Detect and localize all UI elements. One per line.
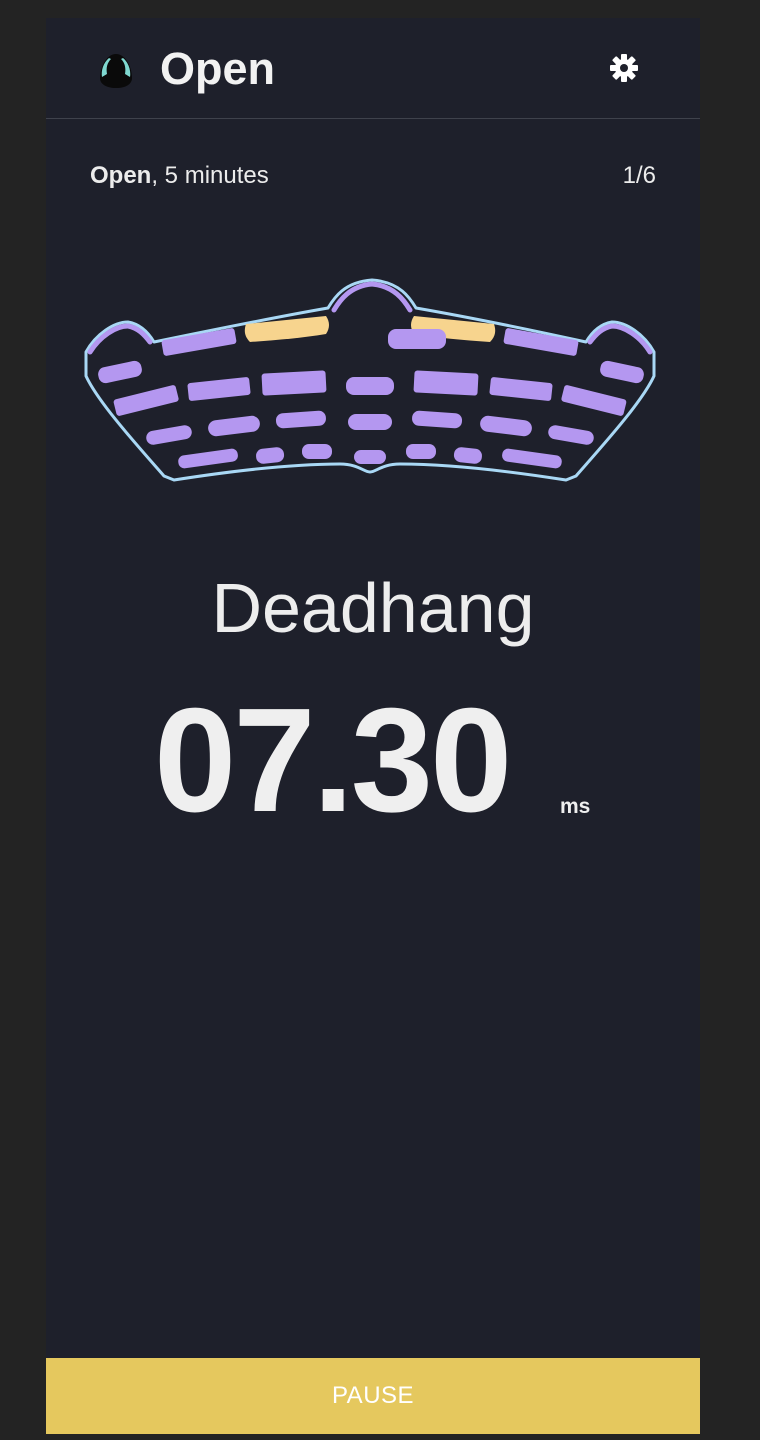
hold-r3-5 xyxy=(412,410,463,429)
hold-r3-3 xyxy=(275,410,326,429)
header-bar: Open xyxy=(46,18,700,119)
hold-r1-2 xyxy=(388,329,446,349)
hold-r4-1 xyxy=(178,448,238,469)
hold-r4-5 xyxy=(406,444,436,459)
hold-r2-2 xyxy=(600,360,644,384)
climbing-hold-logo xyxy=(100,54,132,88)
hold-r3-7 xyxy=(548,425,594,445)
hold-r3-1 xyxy=(146,425,192,445)
hold-r4-7 xyxy=(502,448,562,469)
hold-r3-6 xyxy=(480,415,532,437)
hold-r2-5 xyxy=(261,370,327,396)
hold-r2-8 xyxy=(489,377,553,401)
hold-r2-3 xyxy=(113,385,179,416)
grip-name: Open xyxy=(90,162,152,189)
hold-r4-3 xyxy=(302,444,332,459)
hold-r4-2 xyxy=(256,447,285,464)
hold-r2-4 xyxy=(187,377,251,401)
session-duration: , 5 minutes xyxy=(151,162,269,189)
gear-icon[interactable] xyxy=(608,52,640,84)
hold-r4-4 xyxy=(354,450,386,464)
hold-r3-4 xyxy=(348,414,392,430)
hold-r2-6 xyxy=(346,377,394,395)
session-summary: Open, 5 minutes xyxy=(90,160,269,192)
timer-unit: ms xyxy=(560,795,591,818)
app-container: Open Open, 5 minutes 1/6 Deadhang 07.30 … xyxy=(46,18,700,1434)
hangboard-diagram xyxy=(84,278,656,482)
pause-button[interactable]: PAUSE xyxy=(46,1358,700,1434)
timer-display: 07.30 xyxy=(154,678,512,843)
hold-r3-2 xyxy=(208,415,260,437)
hold-r2-7 xyxy=(413,370,479,396)
hold-r2-1 xyxy=(98,360,142,384)
hold-r2-9 xyxy=(561,385,627,416)
set-progress: 1/6 xyxy=(622,162,656,189)
exercise-name: Deadhang xyxy=(211,569,535,647)
page-title: Open xyxy=(160,43,276,94)
hold-r4-6 xyxy=(453,447,482,464)
